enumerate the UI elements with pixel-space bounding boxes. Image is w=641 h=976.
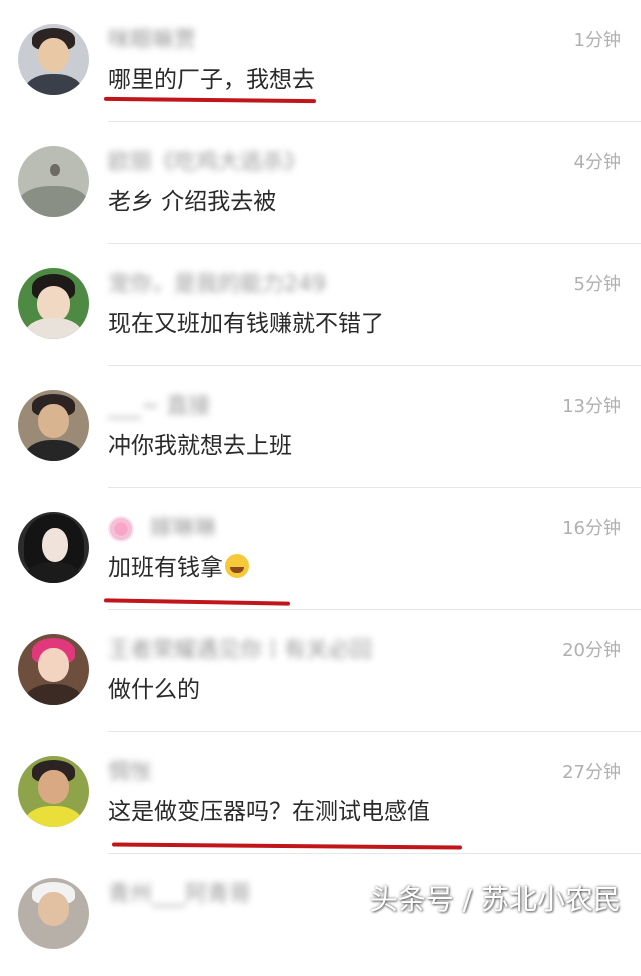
avatar[interactable] bbox=[18, 268, 89, 339]
comment-text: 这是做变压器吗？在测试电感值 bbox=[108, 799, 430, 825]
comment-time: 16分钟 bbox=[562, 518, 621, 539]
comment-text: 现在又班加有钱赚就不错了 bbox=[108, 311, 384, 337]
avatar-face bbox=[50, 164, 60, 176]
avatar[interactable] bbox=[18, 634, 89, 705]
flower-icon bbox=[108, 516, 134, 542]
comment-item[interactable]: 惆怅 27分钟 这是做变压器吗？在测试电感值 bbox=[0, 732, 641, 854]
avatar-body bbox=[18, 186, 89, 217]
comment-time: 4分钟 bbox=[573, 152, 621, 173]
watermark: 头条号 / 苏北小农民 bbox=[369, 883, 621, 916]
comment-username[interactable]: 青州___阿青哥 bbox=[108, 884, 251, 906]
comment-item[interactable]: 宠你，是我的能力249 5分钟 现在又班加有钱赚就不错了 bbox=[0, 244, 641, 366]
avatar-face bbox=[38, 404, 69, 438]
avatar-face bbox=[38, 648, 69, 682]
red-underline-annotation bbox=[103, 598, 291, 606]
comment-time: 1分钟 bbox=[573, 30, 621, 51]
comment-text: 做什么的 bbox=[108, 677, 200, 703]
comment-time: 5分钟 bbox=[573, 274, 621, 295]
comment-time: 13分钟 bbox=[562, 396, 621, 417]
avatar-face bbox=[38, 770, 69, 804]
avatar-body bbox=[24, 318, 83, 339]
comment-username[interactable]: 王者荣耀遇见你丨有关必回 bbox=[108, 640, 372, 662]
avatar[interactable] bbox=[18, 390, 89, 461]
face-with-tears-of-joy-icon bbox=[225, 554, 249, 578]
avatar[interactable] bbox=[18, 146, 89, 217]
comment-username[interactable]: ___~ 直接 bbox=[108, 396, 210, 418]
avatar-body bbox=[24, 440, 83, 461]
comment-time: 20分钟 bbox=[562, 640, 621, 661]
comment-text-wrap: 加班有钱拿 bbox=[108, 553, 249, 583]
red-underline-annotation bbox=[111, 842, 463, 850]
red-underline-annotation bbox=[103, 96, 317, 104]
comment-item[interactable]: 欧丽《吃鸡大逃杀》 4分钟 老乡 介绍我去被 bbox=[0, 122, 641, 244]
comment-item[interactable]: 咪眼嘛贾 1分钟 哪里的厂子，我想去 bbox=[0, 0, 641, 122]
comment-text: 哪里的厂子，我想去 bbox=[108, 67, 315, 93]
comment-username[interactable]: 欧丽《吃鸡大逃杀》 bbox=[108, 152, 306, 174]
comment-text: 加班有钱拿 bbox=[108, 555, 223, 581]
avatar-face bbox=[38, 892, 69, 926]
avatar-face bbox=[42, 528, 68, 562]
avatar[interactable] bbox=[18, 878, 89, 949]
avatar-face bbox=[37, 286, 70, 322]
comment-username[interactable]: 咪眼嘛贾 bbox=[108, 30, 196, 52]
comment-time: 27分钟 bbox=[562, 762, 621, 783]
comment-item[interactable]: 王者荣耀遇见你丨有关必回 20分钟 做什么的 bbox=[0, 610, 641, 732]
comment-text: 冲你我就想去上班 bbox=[108, 433, 292, 459]
comment-username[interactable]: 宠你，是我的能力249 bbox=[108, 274, 326, 296]
avatar-body bbox=[24, 806, 83, 827]
avatar-body bbox=[24, 684, 83, 705]
avatar[interactable] bbox=[18, 24, 89, 95]
avatar-face bbox=[38, 38, 69, 72]
avatar[interactable] bbox=[18, 756, 89, 827]
comment-item[interactable]: ___~ 直接 13分钟 冲你我就想去上班 bbox=[0, 366, 641, 488]
avatar-body bbox=[24, 74, 83, 95]
comment-username[interactable]: 惆怅 bbox=[108, 762, 152, 784]
avatar[interactable] bbox=[18, 512, 89, 583]
comment-username[interactable]: 嫁琳琳 bbox=[150, 518, 216, 540]
comment-item[interactable]: 嫁琳琳 16分钟 加班有钱拿 bbox=[0, 488, 641, 610]
comment-text: 老乡 介绍我去被 bbox=[108, 189, 277, 215]
